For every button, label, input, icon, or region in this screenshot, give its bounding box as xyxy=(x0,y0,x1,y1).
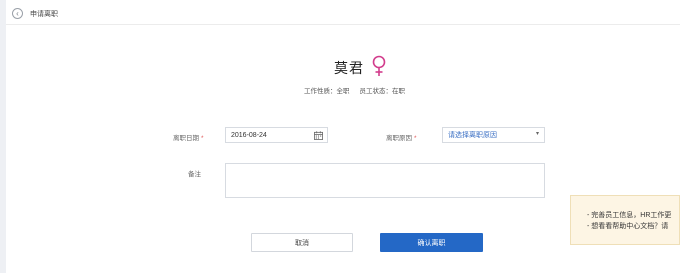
leave-date-value: 2016-08-24 xyxy=(231,131,267,139)
female-icon xyxy=(372,55,386,76)
leave-date-label: 离职日期 * xyxy=(173,135,204,142)
dropdown-arrow-icon: ▾ xyxy=(535,131,539,137)
employee-meta: 工作性质：全职 员工状态：在职 xyxy=(304,85,405,95)
employee-status: 员工状态：在职 xyxy=(359,88,406,95)
calendar-icon[interactable] xyxy=(314,131,323,140)
page-title: 申请离职 xyxy=(30,11,58,18)
leave-reason-label: 离职原因 * xyxy=(386,135,417,142)
tip-toast: - 完善员工信息，HR工作更 - 想看看帮助中心文档？请 xyxy=(570,195,680,245)
leave-reason-select[interactable]: 请选择离职原因 ▾ xyxy=(442,127,545,143)
chevron-left-icon: ‹ xyxy=(16,8,19,18)
toast-line-2: - 想看看帮助中心文档？请 xyxy=(587,223,669,230)
remark-label: 备注 xyxy=(188,171,201,178)
cancel-button[interactable]: 取消 xyxy=(251,233,353,252)
confirm-leave-button[interactable]: 确认离职 xyxy=(380,233,483,252)
leave-reason-placeholder: 请选择离职原因 xyxy=(448,132,497,139)
top-bar: ‹ 申请离职 xyxy=(6,0,680,25)
work-type: 工作性质：全职 xyxy=(304,88,350,95)
back-button[interactable]: ‹ xyxy=(12,8,23,19)
leave-date-input[interactable]: 2016-08-24 xyxy=(225,127,328,143)
toast-line-1: - 完善员工信息，HR工作更 xyxy=(587,212,672,219)
remark-textarea[interactable] xyxy=(225,163,545,198)
employee-name: 莫君 xyxy=(334,60,364,76)
